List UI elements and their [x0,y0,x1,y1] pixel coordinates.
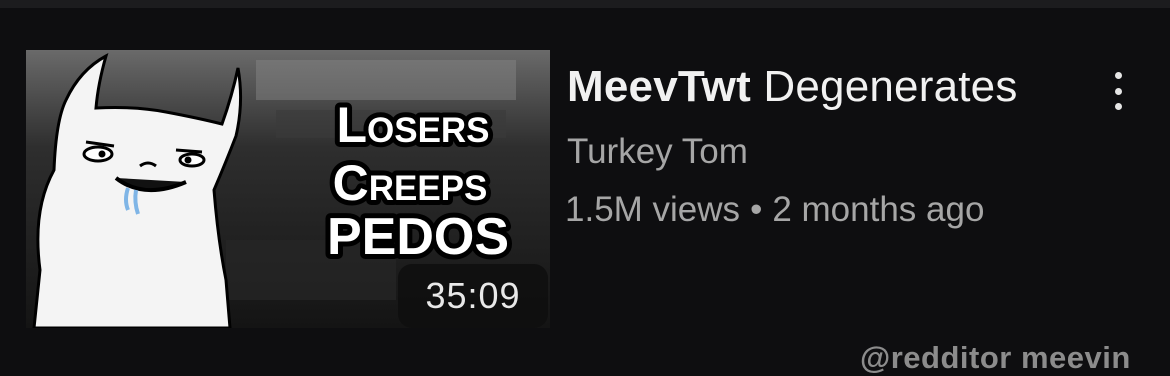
video-metadata: 1.5M views • 2 months ago [565,190,984,230]
upload-age: 2 months ago [772,190,985,229]
video-card[interactable]: Losers Losers Creeps Creeps PEDOS PEDOS … [0,8,1170,375]
title-part-2: Degenerates [763,62,1018,111]
thumb-line-creeps-fill: Creeps [333,155,488,211]
view-count: 1.5M views [565,190,741,229]
top-bar [0,0,1170,8]
duration-badge: 35:09 [398,264,548,328]
title-part-1: MeevTwt [567,62,751,111]
watermark: @redditor meevin [860,340,1131,375]
channel-name[interactable]: Turkey Tom [567,132,748,172]
video-title[interactable]: MeevTwt Degenerates [567,62,1018,112]
meta-separator: • [750,190,763,229]
thumb-line-losers-fill: Losers [336,97,489,153]
thumb-line-pedos-fill: PEDOS [327,208,509,266]
more-vertical-icon[interactable] [1103,66,1133,116]
video-thumbnail[interactable]: Losers Losers Creeps Creeps PEDOS PEDOS … [26,50,550,328]
